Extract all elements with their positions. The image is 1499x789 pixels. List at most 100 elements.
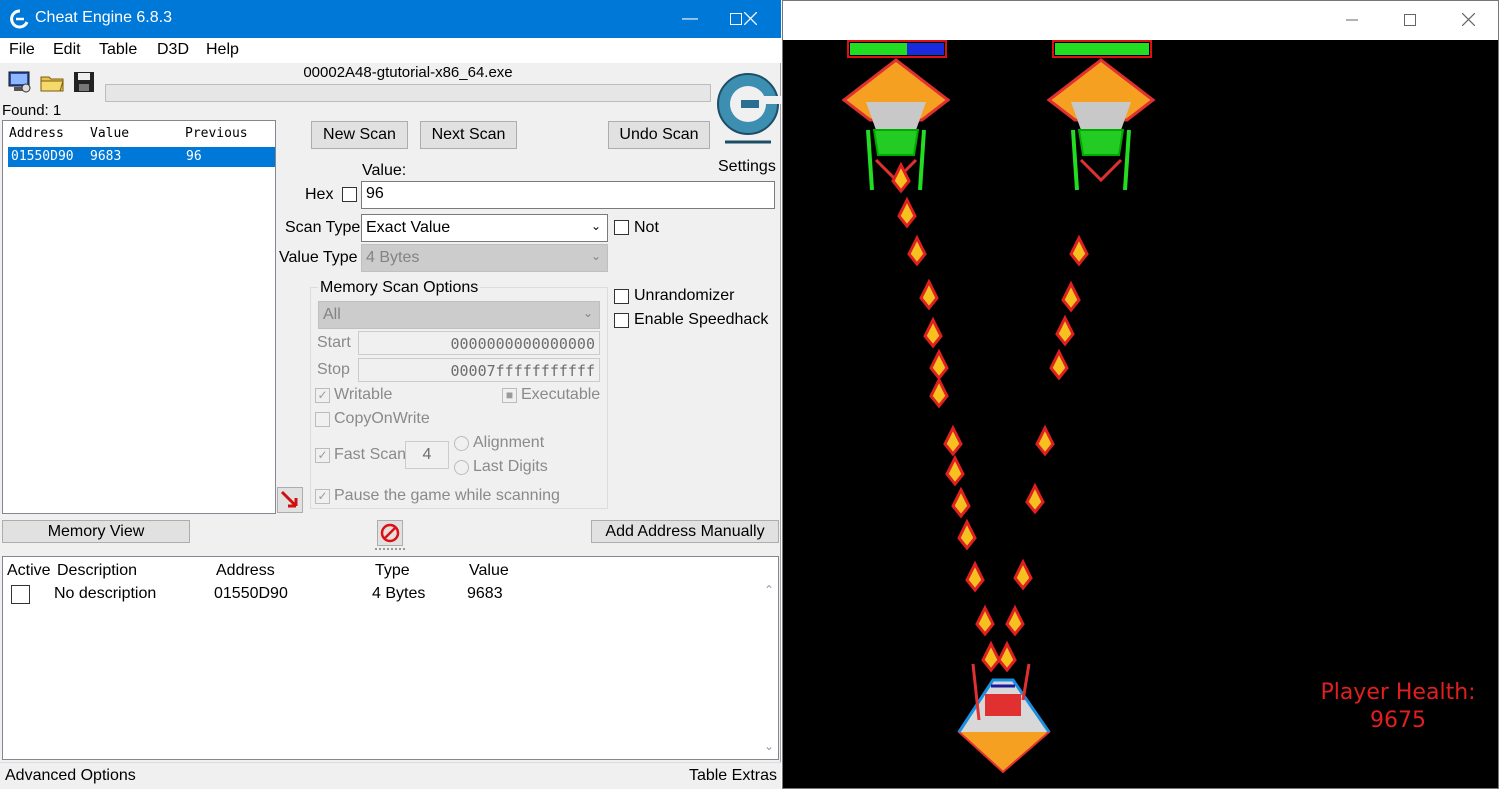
menu-edit[interactable]: Edit [53,41,81,59]
chevron-down-icon: ⌄ [582,306,593,320]
hex-checkbox[interactable] [342,187,357,202]
game-close-button[interactable] [1439,1,1497,40]
hex-label: Hex [305,186,334,203]
new-scan-button[interactable]: New Scan [311,121,408,149]
value-label: Value: [362,162,407,179]
not-checkbox[interactable] [614,220,629,235]
scan-type-select[interactable]: Exact Value ⌄ [361,214,608,242]
menu-d3d[interactable]: D3D [157,41,189,59]
save-disk-icon [74,72,94,92]
enemy-right-health-bar [1052,40,1152,58]
speedhack-checkbox[interactable] [614,313,629,328]
game-window: Player Health: 9675 [782,0,1499,789]
found-label: Found: [2,102,49,119]
address-table[interactable]: Active Description Address Type Value No… [2,556,779,760]
last-digits-label: Last Digits [473,458,548,475]
save-button[interactable] [70,68,98,96]
results-col-address[interactable]: Address [9,126,64,141]
maximize-icon [1404,14,1416,26]
menu-file[interactable]: File [9,41,35,59]
status-bar: Advanced Options Table Extras [0,762,781,789]
table-col-value[interactable]: Value [469,562,509,580]
writable-label: Writable [334,386,393,403]
game-minimize-button[interactable] [1323,1,1381,40]
scan-type-label: Scan Type [285,219,361,236]
executable-label: Executable [521,386,601,403]
copy-on-write-checkbox[interactable] [315,412,330,427]
result-previous: 96 [186,149,202,164]
open-file-button[interactable] [38,68,66,96]
fast-scan-alignment-input[interactable]: 4 [405,441,449,469]
fast-scan-checkbox[interactable]: ✓ [315,448,330,463]
close-button[interactable] [727,0,773,38]
start-label: Start [317,334,351,351]
game-titlebar[interactable] [783,1,1498,40]
player-ship [957,663,1051,774]
result-address: 01550D90 [11,149,74,164]
next-scan-button[interactable]: Next Scan [420,121,517,149]
speedhack-label: Enable Speedhack [634,311,769,328]
add-to-list-button[interactable] [277,487,303,513]
enemy-ship-left [841,58,951,191]
pause-game-label: Pause the game while scanning [334,487,560,504]
memory-view-button[interactable]: Memory View [2,520,190,543]
value-type-label: Value Type [279,249,358,266]
last-digits-radio[interactable] [454,460,469,475]
settings-link[interactable]: Settings [718,158,776,176]
undo-scan-button[interactable]: Undo Scan [608,121,710,149]
stop-button[interactable] [377,520,403,546]
cheat-engine-logo[interactable] [715,62,781,154]
menu-help[interactable]: Help [206,41,239,59]
copy-on-write-label: CopyOnWrite [334,410,430,427]
table-col-type[interactable]: Type [375,562,410,580]
add-address-manually-button[interactable]: Add Address Manually [591,520,779,543]
cheat-engine-window: Cheat Engine 6.8.3 — File Edit Table D3D… [0,0,781,789]
close-icon [743,11,757,26]
table-row-address[interactable]: 01550D90 [214,585,288,603]
table-col-address[interactable]: Address [216,562,275,580]
advanced-options-link[interactable]: Advanced Options [5,767,136,785]
minimize-icon [667,0,713,38]
process-name: 00002A48-gtutorial-x86_64.exe [303,64,513,81]
cheat-engine-logo-icon [717,73,781,144]
value-input[interactable]: 96 [361,181,775,209]
menu-table[interactable]: Table [99,41,137,59]
table-col-description[interactable]: Description [57,562,137,580]
bullets-right-stream [997,234,1089,673]
ce-window-title: Cheat Engine 6.8.3 [35,9,172,26]
value-type-select[interactable]: 4 Bytes ⌄ [361,244,608,272]
result-row[interactable]: 01550D90 9683 96 [8,147,275,167]
table-row-description[interactable]: No description [54,585,156,603]
player-health-label: Player Health: [1320,680,1476,705]
player-health-display: Player Health: 9675 [1298,679,1498,735]
chevron-down-icon: ⌄ [590,249,601,263]
executable-checkbox[interactable]: ■ [502,388,517,403]
enemy-ship-right [1046,58,1156,191]
table-extras-link[interactable]: Table Extras [689,767,777,785]
table-row-value[interactable]: 9683 [467,585,503,603]
scan-results-list[interactable]: Address Value Previous 01550D90 9683 96 [2,120,276,514]
writable-checkbox[interactable]: ✓ [315,388,330,403]
unrandomizer-checkbox[interactable] [614,289,629,304]
game-maximize-button[interactable] [1381,1,1439,40]
alignment-radio[interactable] [454,436,469,451]
active-checkbox[interactable] [11,585,30,604]
scroll-down-icon: ⌄ [764,739,775,753]
pause-game-checkbox[interactable]: ✓ [315,489,330,504]
memory-region-select[interactable]: All ⌄ [318,301,600,329]
found-count-label: Found: 1 [2,102,61,119]
table-row-type[interactable]: 4 Bytes [372,585,425,603]
open-folder-icon [40,76,64,92]
game-canvas[interactable] [783,40,1498,788]
stop-label: Stop [317,361,350,378]
enemy-left-health-bar [847,40,947,58]
splitter-handle[interactable] [375,548,405,552]
stop-address-input[interactable]: 00007fffffffffff [358,358,600,382]
select-process-button[interactable] [5,68,33,96]
ce-titlebar[interactable]: Cheat Engine 6.8.3 — [0,0,781,38]
results-col-value[interactable]: Value [90,126,129,141]
table-col-active[interactable]: Active [7,562,51,580]
results-col-previous[interactable]: Previous [185,126,248,141]
start-address-input[interactable]: 0000000000000000 [358,331,600,355]
table-scrollbar[interactable]: ⌃ ⌄ [764,583,774,753]
